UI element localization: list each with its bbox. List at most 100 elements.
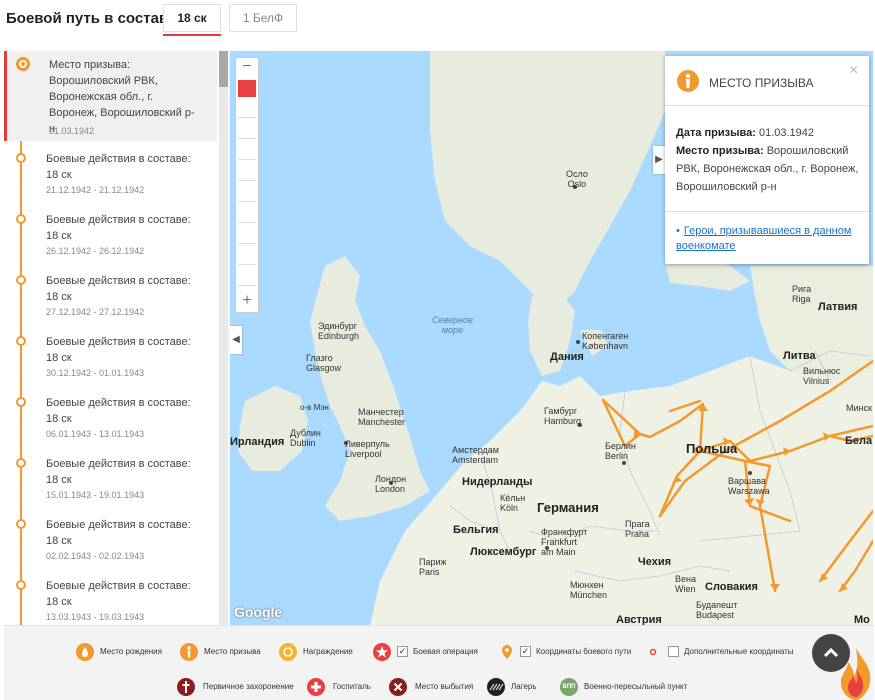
legend-label: Первичное захоронение — [203, 682, 294, 691]
map-view[interactable]: Осло Oslo Северное море Эдинбург Edinbur… — [230, 51, 873, 625]
tab-1-belf[interactable]: 1 БелФ — [229, 4, 297, 32]
map-pin-icon — [498, 643, 516, 661]
popup-header: МЕСТО ПРИЗЫВА × — [665, 56, 869, 106]
popup-divider — [665, 211, 869, 212]
timeline-item[interactable]: Боевые действия в составе: 18 ск 06.01.1… — [4, 393, 217, 451]
timeline-scroll-thumb[interactable] — [219, 51, 228, 87]
cross-icon — [177, 678, 195, 696]
legend-label: Место рождения — [100, 647, 162, 656]
draft-date-label: Дата призыва: — [676, 127, 756, 139]
map-label-liverpool: Ливерпуль Liverpool — [345, 439, 390, 459]
map-label-edinburgh: Эдинбург Edinburgh — [318, 321, 360, 341]
map-legend: Место рождения Место призыва Награждение… — [4, 625, 874, 700]
map-label-mo: Мо — [854, 614, 870, 626]
legend-label: Боевая операция — [413, 647, 478, 656]
info-popup: МЕСТО ПРИЗЫВА × Дата призыва: 01.03.1942… — [665, 56, 869, 264]
map-label-berlin: Берлин Berlin — [605, 441, 636, 461]
timeline-dot — [16, 458, 26, 468]
collapse-popup-button[interactable]: ▶ — [653, 146, 665, 174]
timeline-item[interactable]: Боевые действия в составе: 18 ск 30.12.1… — [4, 332, 217, 390]
timeline-item-title: Боевые действия в составе: 18 ск — [46, 275, 191, 303]
timeline-item-date: 27.12.1942 - 27.12.1942 — [46, 307, 145, 317]
battle-operation-checkbox[interactable]: ✓ — [397, 646, 408, 657]
x-icon — [389, 678, 407, 696]
map-label-warsaw: Варшава Warszawa — [728, 476, 770, 496]
zoom-level-6[interactable] — [238, 185, 256, 202]
map-label-poland: Польша — [686, 441, 738, 456]
tab-18-sk[interactable]: 18 ск — [163, 4, 221, 36]
timeline-item-title: Боевые действия в составе: 18 ск — [46, 214, 191, 242]
map-label-vilnius: Вильнюс Vilnius — [803, 366, 841, 386]
draft-place-icon — [677, 70, 699, 92]
heroes-link-text[interactable]: Герои, призывавшиеся в данном военкомате — [676, 225, 851, 252]
map-label-glasgow: Глазго Glasgow — [306, 353, 342, 373]
city-dot — [748, 471, 752, 475]
timeline-item-title: Боевые действия в составе: 18 ск — [46, 458, 191, 486]
birth-place-icon — [76, 643, 94, 661]
legend-label: Награждение — [303, 647, 353, 656]
zoom-level-10[interactable] — [238, 269, 256, 286]
timeline-panel[interactable]: Место призыва: Ворошиловский РВК, Вороне… — [4, 51, 230, 625]
additional-coordinates-checkbox[interactable] — [668, 646, 679, 657]
collapse-timeline-button[interactable]: ◀ — [230, 326, 242, 354]
map-label-luxembourg: Люксембург — [470, 546, 537, 558]
timeline-item-date: 15.01.1943 - 19.01.1943 — [46, 490, 145, 500]
timeline-dot — [16, 580, 26, 590]
timeline-dot — [16, 397, 26, 407]
legend-label: Дополнительные координаты — [684, 647, 794, 656]
timeline-item-date: 30.12.1942 - 01.01.1943 — [46, 368, 145, 378]
timeline-item-title: Боевые действия в составе: 18 ск — [46, 397, 191, 425]
timeline-item-title: Боевые действия в составе: 18 ск — [46, 153, 191, 181]
timeline-item-draft[interactable]: Место призыва: Ворошиловский РВК, Вороне… — [4, 51, 217, 141]
zoom-level-4[interactable] — [238, 143, 256, 160]
page-root: Боевой путь в составе: 18 ск 1 БелФ Мест… — [0, 0, 875, 700]
map-label-north-sea: Северное море — [432, 315, 473, 335]
close-icon[interactable]: × — [849, 62, 858, 80]
legend-label: Координаты боевого пути — [536, 647, 632, 656]
map-label-dublin: Дублин Dublin — [290, 428, 321, 448]
timeline-item-date: 06.01.1943 - 13.01.1943 — [46, 429, 145, 439]
timeline-item-date: 26.12.1942 - 26.12.1942 — [46, 246, 145, 256]
dot-icon — [648, 643, 666, 661]
city-dot — [622, 461, 626, 465]
map-label-vienna: Вена Wien — [675, 574, 696, 594]
timeline-item-title: Место призыва: Ворошиловский РВК, Вороне… — [49, 59, 195, 135]
timeline-item[interactable]: Боевые действия в составе: 18 ск 13.03.1… — [4, 576, 217, 625]
timeline-item[interactable]: Боевые действия в составе: 18 ск 15.01.1… — [4, 454, 217, 512]
map-label-lithuania: Литва — [783, 350, 816, 362]
legend-label: Военно-пересыльный пункт — [584, 682, 688, 691]
zoom-level-1[interactable] — [238, 80, 256, 97]
timeline-item-title: Боевые действия в составе: 18 ск — [46, 336, 191, 364]
timeline-item[interactable]: Боевые действия в составе: 18 ск 27.12.1… — [4, 271, 217, 329]
heroes-same-office-link[interactable]: Герои, призывавшиеся в данном военкомате — [676, 224, 862, 254]
timeline-item[interactable]: Боевые действия в составе: 18 ск 26.12.1… — [4, 210, 217, 268]
map-label-munich: Мюнхен München — [570, 580, 608, 600]
timeline-item-title: Боевые действия в составе: 18 ск — [46, 580, 191, 608]
map-label-copenhagen: Копенгаген København — [582, 331, 629, 351]
zoom-level-5[interactable] — [238, 164, 256, 181]
transit-point-icon: ВПП — [560, 678, 578, 696]
barbed-wire-icon — [487, 678, 505, 696]
timeline-item[interactable]: Боевые действия в составе: 18 ск 02.02.1… — [4, 515, 217, 573]
zoom-level-9[interactable] — [238, 248, 256, 265]
route-coordinates-checkbox[interactable]: ✓ — [520, 646, 531, 657]
zoom-level-8[interactable] — [238, 227, 256, 244]
award-icon — [279, 643, 297, 661]
timeline-item-date: 02.02.1943 - 02.02.1943 — [46, 551, 145, 561]
map-label-czechia: Чехия — [638, 556, 671, 568]
zoom-level-3[interactable] — [238, 122, 256, 139]
timeline-item-date: 13.03.1943 - 19.03.1943 — [46, 612, 145, 622]
legend-label: Лагерь — [511, 682, 537, 691]
timeline-dot — [16, 153, 26, 163]
google-logo: Google — [234, 604, 283, 620]
zoom-in-button[interactable]: + — [236, 292, 258, 312]
map-label-isle-of-man: о-в Мэн — [300, 403, 329, 412]
city-dot — [576, 340, 580, 344]
zoom-out-button[interactable]: − — [236, 58, 258, 78]
map-label-frankfurt: Франкфурт Frankfurt am Main — [541, 527, 588, 557]
zoom-level-2[interactable] — [238, 101, 256, 118]
map-label-slovakia: Словакия — [705, 581, 758, 593]
timeline-item[interactable]: Боевые действия в составе: 18 ск 21.12.1… — [4, 149, 217, 207]
timeline-scrollbar[interactable] — [219, 51, 228, 625]
zoom-level-7[interactable] — [238, 206, 256, 223]
